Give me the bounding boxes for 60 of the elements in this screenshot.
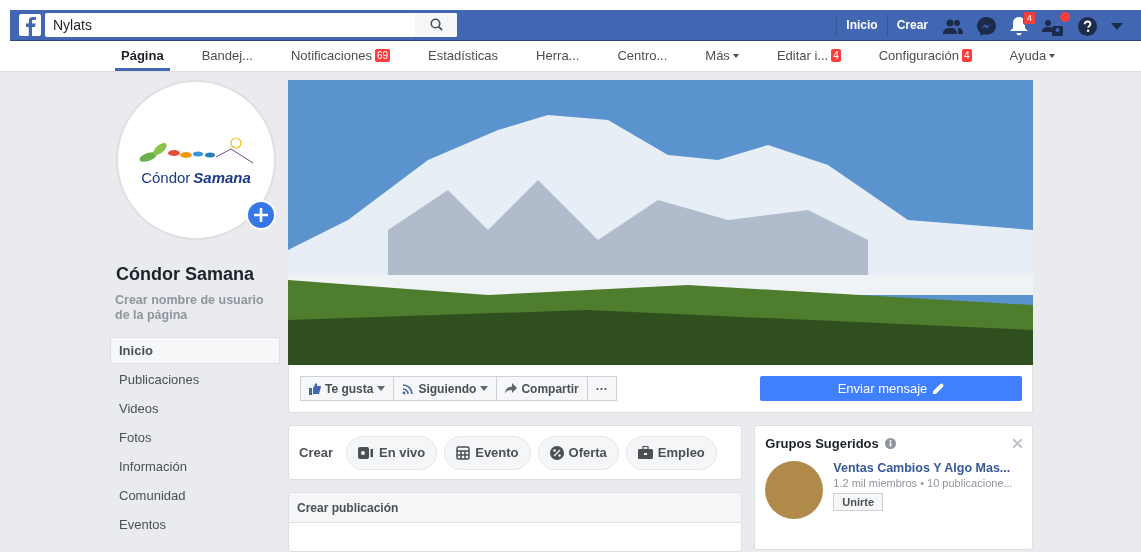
page-tab[interactable]: Más — [699, 40, 745, 71]
action-button[interactable]: ··· — [586, 376, 617, 401]
count-badge: 4 — [831, 49, 841, 63]
bell-icon — [1010, 17, 1028, 37]
count-badge: 69 — [374, 49, 390, 63]
sidebar-item[interactable]: Comunidad — [110, 482, 280, 509]
rss-icon — [402, 382, 415, 395]
top-link[interactable]: Inicio — [836, 13, 887, 36]
action-button[interactable]: Siguiendo — [393, 376, 498, 401]
sidebar-item[interactable]: Información — [110, 453, 280, 480]
page-tab[interactable]: Configuración 4 — [872, 40, 978, 71]
action-button[interactable]: Compartir — [496, 376, 588, 401]
add-button[interactable] — [246, 200, 276, 230]
page-tab[interactable]: Bandej... — [195, 40, 259, 71]
notification-count: 4 — [1023, 11, 1036, 26]
action-button[interactable]: Te gusta — [300, 376, 395, 401]
top-link[interactable]: Crear — [886, 13, 937, 36]
create-button[interactable]: Oferta — [537, 435, 619, 470]
percent-badge-icon — [549, 445, 564, 460]
sidebar-item[interactable]: Fotos — [110, 424, 280, 451]
card-title: Grupos Sugeridos — [765, 436, 879, 451]
page-tab[interactable]: Editar i... 4 — [770, 40, 847, 71]
logo-text: Samana — [193, 168, 251, 186]
sidebar-item[interactable]: Videos — [110, 395, 280, 422]
create-button[interactable]: Empleo — [625, 435, 717, 470]
count-badge: 4 — [961, 49, 972, 63]
plus-icon — [254, 208, 268, 222]
group-details: 1.2 mil miembros • 10 publicacione... — [833, 477, 1013, 489]
page-tab[interactable]: Herra... — [530, 40, 586, 71]
sidebar-item[interactable]: Eventos — [110, 511, 280, 538]
sidebar-item[interactable]: Inicio — [110, 337, 280, 364]
composer-title: Crear publicación — [297, 500, 399, 515]
search-icon — [429, 18, 443, 32]
calendar-icon — [456, 445, 471, 460]
sidebar-item[interactable]: Publicaciones — [110, 366, 280, 393]
search-field[interactable]: Nylats — [45, 15, 415, 34]
page-tab[interactable]: Ayuda — [1003, 40, 1062, 71]
page-tab[interactable]: Centro... — [611, 40, 674, 71]
create-button[interactable]: Evento — [444, 435, 531, 470]
join-button[interactable]: Unirte — [833, 493, 884, 511]
group-name-link[interactable]: Ventas Cambios Y Algo Mas... — [833, 461, 1013, 475]
notifications-button[interactable]: 4 — [1004, 11, 1036, 39]
page-tab[interactable]: Notificaciones 69 — [284, 40, 396, 71]
video-camera-icon — [357, 446, 374, 459]
send-message-button[interactable]: Enviar mensaje — [760, 376, 1022, 401]
share-arrow-icon — [505, 383, 518, 394]
people-icon — [1042, 17, 1064, 36]
page-tab[interactable]: Estadísticas — [422, 40, 505, 71]
search-button[interactable] — [415, 12, 457, 37]
create-button[interactable]: En vivo — [345, 435, 438, 470]
page-name: Cóndor Samana — [116, 264, 256, 285]
pencil-icon — [933, 383, 945, 394]
thumbs-up-icon — [309, 382, 321, 395]
search-bar[interactable]: Nylats — [45, 12, 457, 37]
info-icon[interactable] — [884, 438, 896, 449]
logo-text: Cóndor — [141, 168, 191, 186]
photo-placeholder — [765, 461, 824, 519]
briefcase-icon — [637, 446, 653, 459]
facebook-logo-icon[interactable] — [19, 13, 41, 36]
create-label: Crear — [299, 445, 333, 460]
